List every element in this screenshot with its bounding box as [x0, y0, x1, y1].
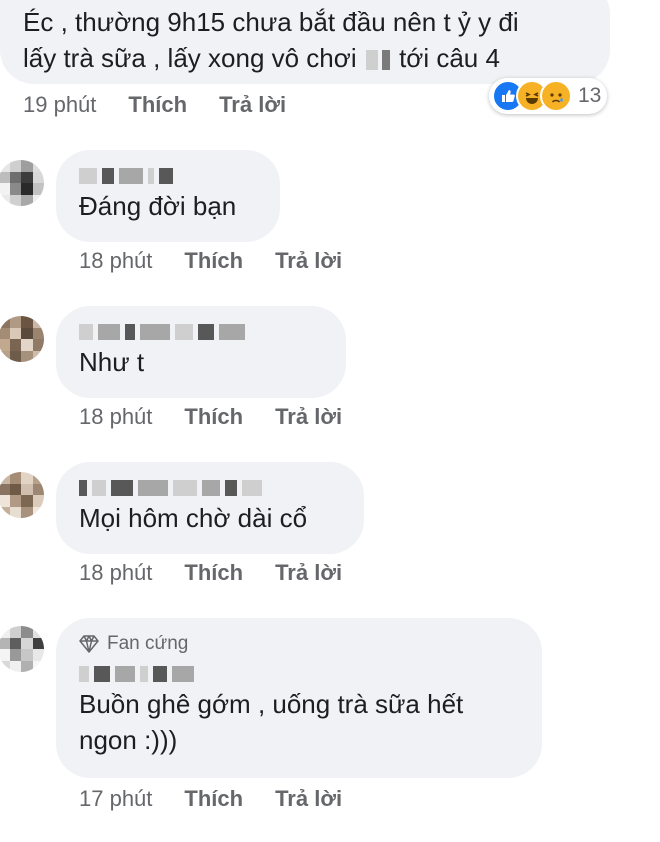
- reply-bubble: Mọi hôm chờ dài cổ: [56, 462, 364, 554]
- censored-text: [365, 50, 378, 71]
- author-name-censored[interactable]: [79, 164, 280, 188]
- reply-bubble: Fan cứng Buồn ghê gớm , uống trà sữa hết…: [56, 618, 542, 778]
- reply-button[interactable]: Trả lời: [275, 560, 342, 586]
- fan-badge-label: Fan cứng: [107, 633, 189, 654]
- author-name-censored[interactable]: [79, 476, 364, 500]
- author-name-censored[interactable]: [79, 320, 346, 344]
- like-button[interactable]: Thích: [184, 404, 243, 430]
- reply-button[interactable]: Trả lời: [275, 248, 342, 274]
- comment-bubble: Éc , thường 9h15 chưa bắt đầu nên t ỷ y …: [0, 0, 610, 84]
- timestamp[interactable]: 18 phút: [79, 404, 152, 430]
- reply-text-line-1: Buồn ghê gớm , uống trà sữa hết: [79, 689, 464, 719]
- like-button[interactable]: Thích: [184, 248, 243, 274]
- censored-text: [381, 50, 390, 71]
- diamond-icon: [79, 635, 99, 653]
- sad-icon: [540, 80, 572, 112]
- avatar[interactable]: [0, 316, 44, 362]
- comment-meta: 18 phút Thích Trả lời: [79, 246, 342, 276]
- reply-text: Đáng đời bạn: [79, 191, 237, 221]
- timestamp[interactable]: 18 phút: [79, 560, 152, 586]
- like-button[interactable]: Thích: [184, 786, 243, 812]
- reply-text: Mọi hôm chờ dài cổ: [79, 503, 308, 533]
- like-button[interactable]: Thích: [128, 92, 187, 118]
- author-name-censored[interactable]: [79, 662, 542, 686]
- reaction-summary[interactable]: 13: [489, 78, 608, 114]
- avatar[interactable]: [0, 160, 44, 206]
- reply-button[interactable]: Trả lời: [275, 404, 342, 430]
- reply-text: Như t: [79, 347, 145, 377]
- comment-text-line-2: lấy trà sữa , lấy xong vô chơi tới câu 4: [23, 43, 500, 73]
- reply-button[interactable]: Trả lời: [219, 92, 286, 118]
- timestamp[interactable]: 18 phút: [79, 248, 152, 274]
- avatar[interactable]: [0, 626, 44, 672]
- timestamp[interactable]: 17 phút: [79, 786, 152, 812]
- timestamp[interactable]: 19 phút: [23, 92, 96, 118]
- reply-text-line-2: ngon :))): [79, 725, 178, 755]
- reply-bubble: Như t: [56, 306, 346, 398]
- like-button[interactable]: Thích: [184, 560, 243, 586]
- comment-meta: 19 phút Thích Trả lời: [23, 90, 286, 120]
- reaction-count: 13: [578, 84, 602, 107]
- reply-bubble: Đáng đời bạn: [56, 150, 280, 242]
- avatar[interactable]: [0, 472, 44, 518]
- comment-text-line-1: Éc , thường 9h15 chưa bắt đầu nên t ỷ y …: [23, 7, 519, 37]
- fan-badge: Fan cứng: [79, 632, 542, 656]
- comment-meta: 18 phút Thích Trả lời: [79, 402, 342, 432]
- comment-meta: 17 phút Thích Trả lời: [79, 784, 342, 814]
- comment-meta: 18 phút Thích Trả lời: [79, 558, 342, 588]
- reply-button[interactable]: Trả lời: [275, 786, 342, 812]
